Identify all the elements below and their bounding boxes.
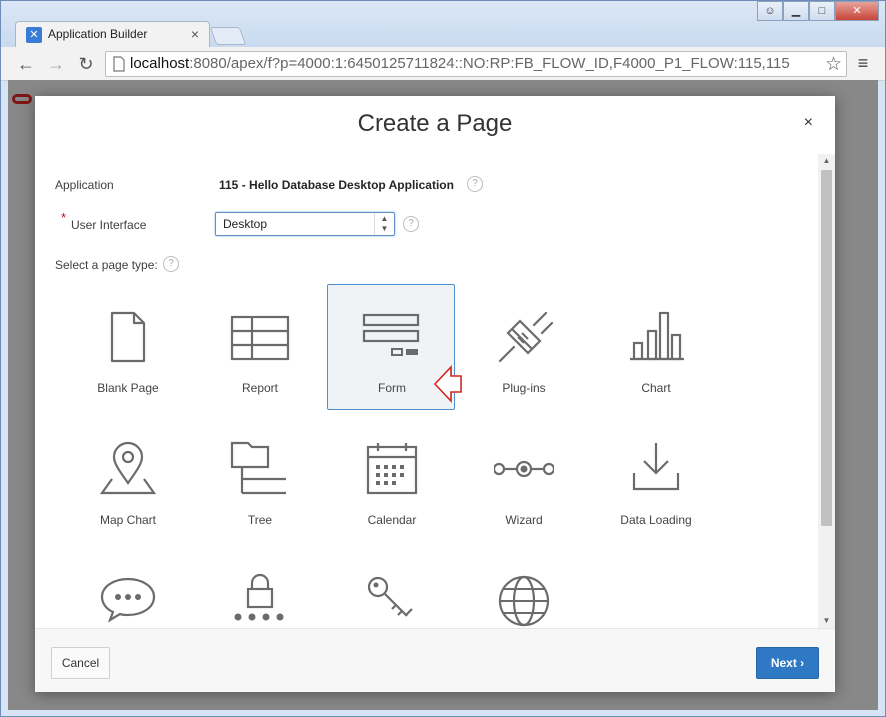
globe-icon [498, 575, 550, 627]
new-tab-button[interactable] [209, 27, 247, 45]
dialog-title: Create a Page [357, 110, 513, 137]
tile-label: Wizard [505, 513, 543, 527]
url-path: :8080/apex/f?p=4000:1:6450125711824::NO:… [189, 55, 790, 72]
tile-label: Map Chart [99, 513, 157, 527]
chevron-right-icon: › [800, 656, 805, 670]
select-arrows-icon: ▲ ▼ [374, 213, 394, 235]
tile-global[interactable] [459, 548, 587, 628]
required-asterisk: * [61, 210, 67, 225]
tile-login[interactable] [195, 548, 323, 628]
tree-icon [230, 441, 286, 495]
tile-wizard[interactable]: Wizard [459, 416, 587, 542]
report-icon [230, 315, 290, 361]
page-icon [113, 56, 125, 72]
window-controls: ☺ ▁ □ ✕ [757, 1, 879, 21]
lock-icon [234, 573, 284, 621]
browser-tab[interactable]: ✕ Application Builder × [15, 21, 210, 47]
tile-plug-ins[interactable]: Plug-ins [459, 284, 587, 410]
next-button[interactable]: Next › [756, 647, 819, 679]
user-interface-value: Desktop [223, 217, 268, 231]
tab-close-icon[interactable]: × [191, 26, 199, 42]
url-text: localhost:8080/apex/f?p=4000:1:645012571… [130, 55, 790, 72]
tile-data-loading[interactable]: Data Loading [591, 416, 719, 542]
apex-favicon-icon: ✕ [26, 27, 42, 43]
application-label: Application [55, 178, 114, 192]
tile-report[interactable]: Report [195, 284, 323, 410]
close-icon[interactable]: × [804, 114, 813, 132]
key-icon [367, 576, 413, 617]
tile-label: Blank Page [97, 381, 159, 395]
page-type-label: Select a page type: [55, 258, 158, 272]
chat-icon [100, 577, 156, 623]
tile-label: Chart [641, 381, 671, 395]
browser-menu-icon[interactable]: ≡ [853, 53, 873, 75]
maximize-button[interactable]: □ [809, 1, 835, 21]
title-bar: ✕ Application Builder × ☺ ▁ □ ✕ [1, 1, 885, 47]
dialog-footer: Cancel Next › [35, 628, 835, 692]
dialog-scrollbar[interactable]: ▲ ▼ [818, 154, 835, 628]
help-icon[interactable]: ? [467, 176, 483, 192]
back-arrow-icon[interactable]: ← [15, 53, 37, 75]
help-icon[interactable]: ? [403, 216, 419, 232]
application-value: 115 - Hello Database Desktop Application [219, 178, 454, 192]
forward-arrow-icon[interactable]: → [45, 53, 67, 75]
dialog-header: Create a Page × [35, 96, 835, 154]
close-window-button[interactable]: ✕ [835, 1, 879, 21]
tile-feedback[interactable] [63, 548, 191, 628]
scroll-thumb[interactable] [821, 170, 832, 526]
tile-chart[interactable]: Chart [591, 284, 719, 410]
plug-icon [498, 311, 554, 363]
next-button-label: Next [770, 656, 797, 670]
tile-blank-page[interactable]: Blank Page [63, 284, 191, 410]
form-icon [362, 313, 420, 356]
minimize-button[interactable]: ▁ [783, 1, 809, 21]
tile-tree[interactable]: Tree [195, 416, 323, 542]
browser-toolbar: ← → ↻ localhost:8080/apex/f?p=4000:1:645… [1, 47, 885, 81]
annotation-arrow-icon [433, 364, 462, 404]
map-pin-icon [99, 441, 157, 495]
user-icon[interactable]: ☺ [757, 1, 783, 21]
tile-label: Data Loading [620, 513, 692, 527]
bookmark-star-icon[interactable]: ☆ [825, 53, 842, 76]
chart-icon [630, 311, 684, 361]
download-icon [632, 443, 680, 491]
scroll-up-icon[interactable]: ▲ [818, 154, 835, 168]
tile-label: Plug-ins [502, 381, 546, 395]
user-interface-select[interactable]: Desktop ▲ ▼ [215, 212, 395, 236]
dialog-body: Application 115 - Hello Database Desktop… [35, 154, 835, 628]
cancel-button[interactable]: Cancel [51, 647, 110, 679]
tile-calendar[interactable]: Calendar [327, 416, 455, 542]
reload-icon[interactable]: ↻ [75, 53, 97, 75]
tab-title: Application Builder [48, 27, 148, 41]
scroll-down-icon[interactable]: ▼ [818, 614, 835, 628]
blank-page-icon [110, 311, 146, 363]
tile-label: Calendar [367, 513, 417, 527]
help-icon[interactable]: ? [163, 256, 179, 272]
tile-map-chart[interactable]: Map Chart [63, 416, 191, 542]
wizard-icon [494, 460, 554, 478]
url-host: localhost [130, 55, 190, 72]
create-page-dialog: Create a Page × Application 115 - Hello … [35, 96, 835, 692]
address-bar[interactable]: localhost:8080/apex/f?p=4000:1:645012571… [105, 51, 847, 77]
calendar-icon [366, 443, 418, 495]
tile-label: Report [241, 381, 279, 395]
user-interface-label: User Interface [71, 218, 147, 232]
tile-label: Tree [247, 513, 273, 527]
tile-access-control[interactable] [327, 548, 455, 628]
